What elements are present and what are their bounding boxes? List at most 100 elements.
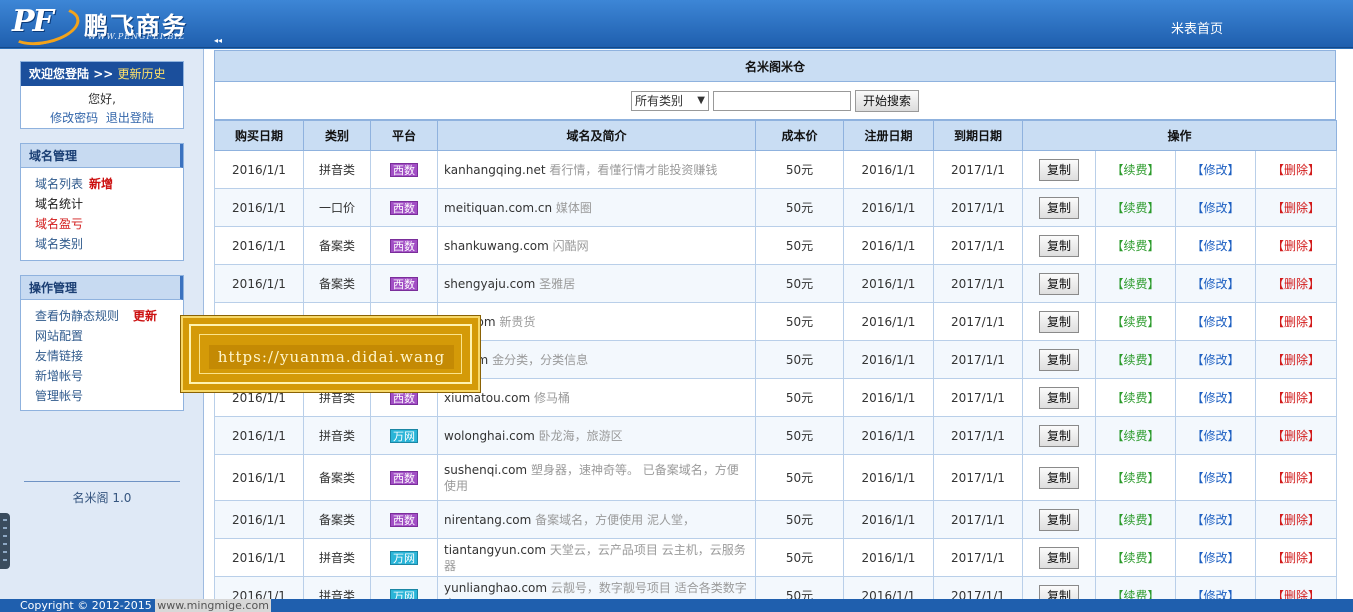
delete-link[interactable]: 【删除】 [1272, 277, 1320, 291]
delete-cell: 【删除】 [1254, 150, 1338, 189]
update-badge[interactable]: 更新 [133, 309, 157, 323]
edit-link[interactable]: 【修改】 [1191, 315, 1239, 329]
home-link[interactable]: 米表首页 [1171, 18, 1223, 37]
edit-link[interactable]: 【修改】 [1191, 201, 1239, 215]
ops-mgmt-title[interactable]: 操作管理 [21, 276, 183, 300]
delete-cell: 【删除】 [1254, 340, 1338, 379]
edit-link[interactable]: 【修改】 [1191, 163, 1239, 177]
renew-link[interactable]: 【续费】 [1111, 471, 1159, 485]
copy-cell: 复制 [1022, 226, 1096, 265]
domain-name[interactable]: sushenqi.com [444, 463, 527, 477]
copy-button[interactable]: 复制 [1038, 310, 1079, 333]
edit-link[interactable]: 【修改】 [1191, 429, 1239, 443]
exp-date-cell: 2017/1/1 [933, 454, 1023, 501]
sidebar-item-domain-profit[interactable]: 域名盈亏 [35, 214, 183, 234]
edit-link[interactable]: 【修改】 [1191, 239, 1239, 253]
delete-link[interactable]: 【删除】 [1272, 391, 1320, 405]
copy-button[interactable]: 复制 [1038, 386, 1079, 409]
copy-button[interactable]: 复制 [1038, 466, 1079, 489]
site-logo[interactable]: PF 鹏飞商务 WWW.PENGFEI.BIZ [5, 0, 218, 52]
platform-badge: 西数 [390, 512, 418, 527]
keyword-input[interactable] [712, 90, 851, 111]
copy-button[interactable]: 复制 [1038, 196, 1079, 219]
copy-button[interactable]: 复制 [1038, 424, 1079, 447]
domain-cell: ...i.com 金分类，分类信息 [437, 340, 756, 379]
edit-link[interactable]: 【修改】 [1191, 513, 1239, 527]
copy-button[interactable]: 复制 [1038, 272, 1079, 295]
domain-name[interactable]: kanhangqing.net [444, 163, 546, 177]
table-row: 2016/1/1 备案类 西数 nirentang.com 备案域名，方便使用 泥人堂… [214, 500, 1338, 539]
copy-button[interactable]: 复制 [1038, 546, 1079, 569]
col-domain: 域名及简介 [437, 120, 756, 151]
platform-cell: 万网 [370, 538, 438, 577]
change-password-link[interactable]: 修改密码 [50, 111, 98, 125]
left-sidebar: 欢迎您登陆 >> 更新历史 您好, 修改密码 退出登陆 域名管理 域名列表 新增 … [0, 49, 204, 599]
delete-link[interactable]: 【删除】 [1272, 429, 1320, 443]
domain-name[interactable]: yunlianghao.com [444, 581, 547, 595]
domain-name[interactable]: shengyaju.com [444, 277, 535, 291]
copy-button[interactable]: 复制 [1038, 234, 1079, 257]
category-select[interactable]: 所有类别 ▼ [630, 90, 709, 111]
domain-name[interactable]: xiumatou.com [444, 391, 530, 405]
search-button[interactable]: 开始搜索 [854, 89, 919, 112]
edit-link[interactable]: 【修改】 [1191, 471, 1239, 485]
platform-cell: 西数 [370, 188, 438, 227]
edit-link[interactable]: 【修改】 [1191, 353, 1239, 367]
renew-link[interactable]: 【续费】 [1111, 163, 1159, 177]
col-platform: 平台 [370, 120, 438, 151]
delete-link[interactable]: 【删除】 [1272, 551, 1320, 565]
renew-cell: 【续费】 [1095, 378, 1176, 417]
renew-link[interactable]: 【续费】 [1111, 277, 1159, 291]
platform-badge: 西数 [390, 238, 418, 253]
sidebar-item-friend-links[interactable]: 友情链接 [35, 346, 183, 366]
edit-link[interactable]: 【修改】 [1191, 551, 1239, 565]
sidebar-item-domain-stats[interactable]: 域名统计 [35, 194, 183, 214]
category-cell: 备案类 [303, 226, 371, 265]
domain-name[interactable]: meitiquan.com.cn [444, 201, 552, 215]
delete-link[interactable]: 【删除】 [1272, 471, 1320, 485]
renew-link[interactable]: 【续费】 [1111, 239, 1159, 253]
exp-date-cell: 2017/1/1 [933, 188, 1023, 227]
domain-name[interactable]: tiantangyun.com [444, 543, 546, 557]
logo-url: WWW.PENGFEI.BIZ [88, 32, 186, 41]
new-badge[interactable]: 新增 [89, 177, 113, 191]
domain-name[interactable]: nirentang.com [444, 513, 531, 527]
footer-site-link[interactable]: www.mingmige.com [155, 599, 271, 612]
renew-link[interactable]: 【续费】 [1111, 201, 1159, 215]
renew-link[interactable]: 【续费】 [1111, 315, 1159, 329]
renew-link[interactable]: 【续费】 [1111, 513, 1159, 527]
cost-cell: 50元 [755, 454, 844, 501]
copy-cell: 复制 [1022, 188, 1096, 227]
domain-desc: 闪酷网 [552, 238, 589, 253]
sidebar-item-manage-accounts[interactable]: 管理帐号 [35, 386, 183, 406]
delete-link[interactable]: 【删除】 [1272, 163, 1320, 177]
copy-button[interactable]: 复制 [1038, 158, 1079, 181]
renew-link[interactable]: 【续费】 [1111, 551, 1159, 565]
renew-link[interactable]: 【续费】 [1111, 353, 1159, 367]
sidebar-drag-handle[interactable] [0, 513, 10, 569]
sidebar-item-site-config[interactable]: 网站配置 [35, 326, 183, 346]
edit-link[interactable]: 【修改】 [1191, 277, 1239, 291]
update-history-link[interactable]: 更新历史 [118, 67, 166, 81]
domain-desc: 卧龙海，旅游区 [538, 428, 623, 443]
delete-link[interactable]: 【删除】 [1272, 201, 1320, 215]
renew-link[interactable]: 【续费】 [1111, 391, 1159, 405]
domain-name[interactable]: shankuwang.com [444, 239, 549, 253]
domain-name[interactable]: wolonghai.com [444, 429, 535, 443]
copy-button[interactable]: 复制 [1038, 348, 1079, 371]
delete-link[interactable]: 【删除】 [1272, 315, 1320, 329]
domain-mgmt-title[interactable]: 域名管理 [21, 144, 183, 168]
renew-link[interactable]: 【续费】 [1111, 429, 1159, 443]
logout-link[interactable]: 退出登陆 [106, 111, 154, 125]
copy-button[interactable]: 复制 [1038, 508, 1079, 531]
delete-link[interactable]: 【删除】 [1272, 239, 1320, 253]
sidebar-item-add-account[interactable]: 新增帐号 [35, 366, 183, 386]
collapse-sidebar-icon[interactable]: ◂◂ [214, 36, 222, 45]
sidebar-item-domain-list[interactable]: 域名列表 [35, 177, 83, 191]
delete-link[interactable]: 【删除】 [1272, 513, 1320, 527]
edit-link[interactable]: 【修改】 [1191, 391, 1239, 405]
delete-link[interactable]: 【删除】 [1272, 353, 1320, 367]
sidebar-item-rewrite-rules[interactable]: 查看伪静态规则 [35, 309, 119, 323]
sidebar-item-domain-category[interactable]: 域名类别 [35, 234, 183, 254]
edit-cell: 【修改】 [1175, 302, 1256, 341]
